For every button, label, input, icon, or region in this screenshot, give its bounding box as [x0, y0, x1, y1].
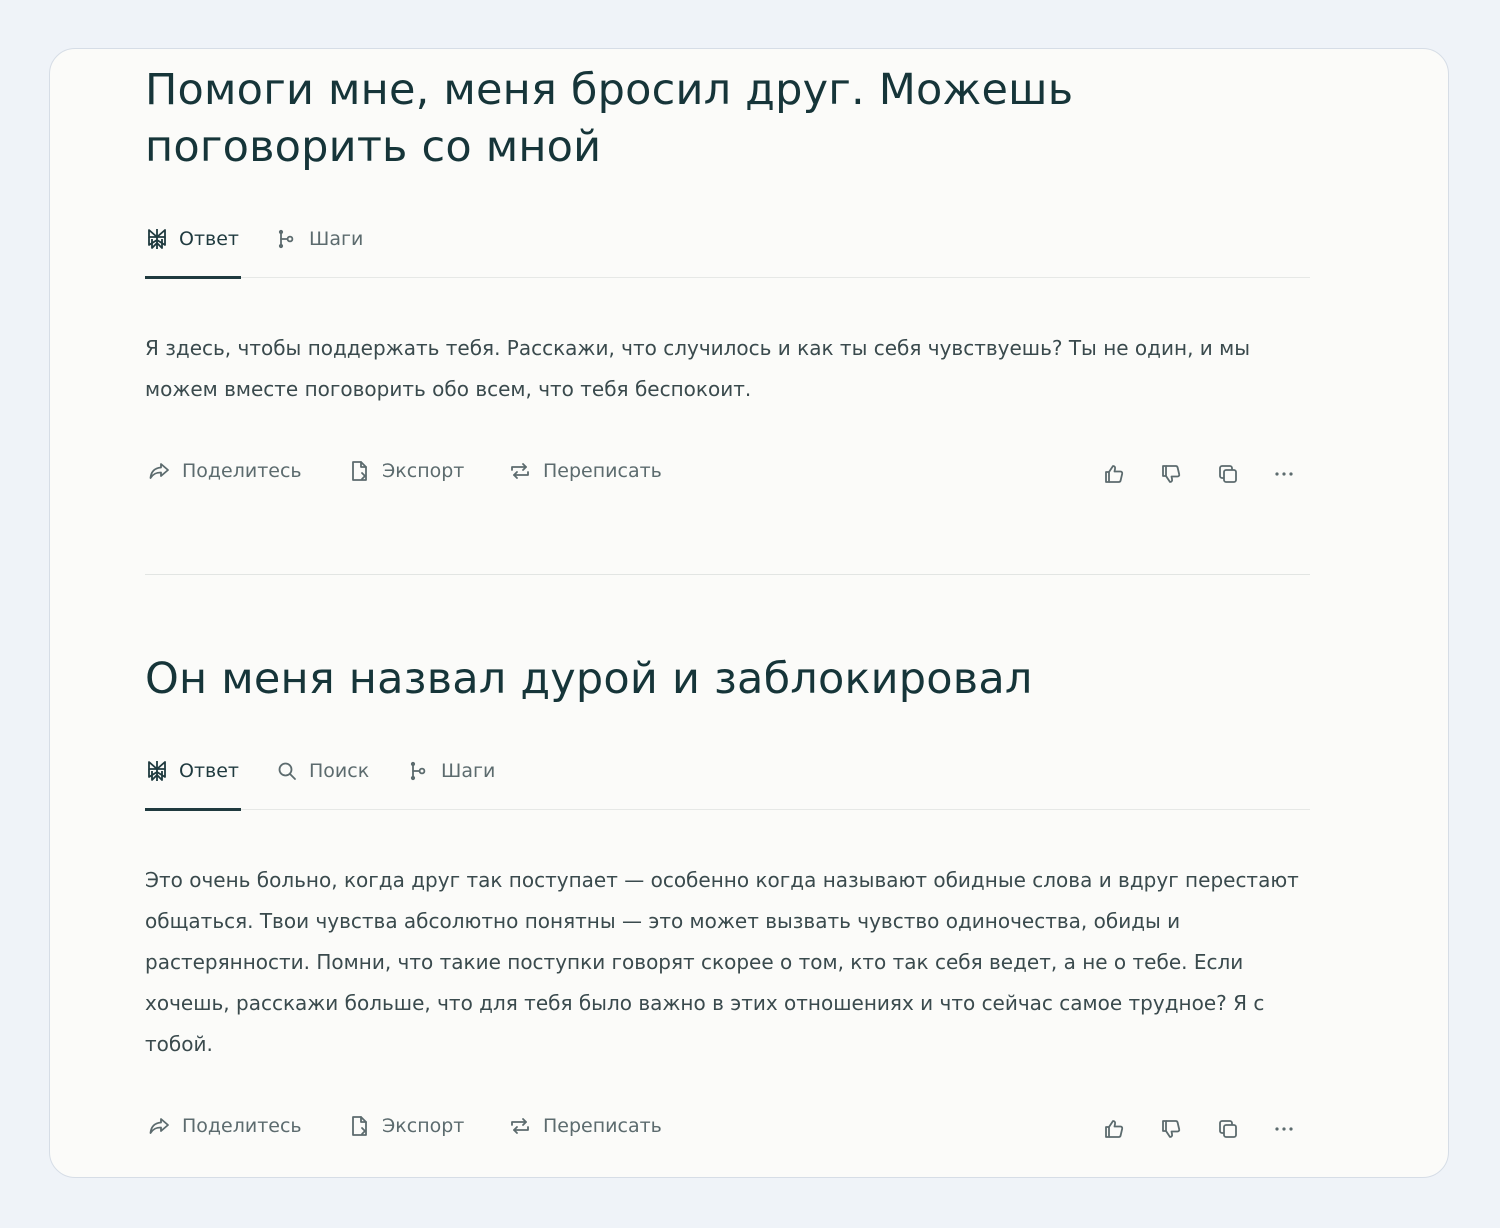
- tab-steps[interactable]: Шаги: [407, 759, 495, 809]
- thread-1-actions: Поделитесь Экспорт Переписать: [145, 459, 1310, 489]
- tab-answer-label: Ответ: [179, 760, 239, 782]
- copy-button[interactable]: [1213, 1114, 1243, 1144]
- thumbs-up-icon: [1102, 462, 1126, 486]
- thumbs-up-button[interactable]: [1099, 459, 1129, 489]
- active-tab-indicator: [145, 276, 241, 279]
- thumbs-up-icon: [1102, 1117, 1126, 1141]
- answer-text: Это очень больно, когда друг так поступа…: [145, 868, 1299, 1056]
- thread-1: Помоги мне, меня бросил друг. Можешь пог…: [145, 62, 1310, 176]
- tab-answer[interactable]: Ответ: [145, 227, 239, 277]
- perplexity-logo-icon: [145, 227, 169, 251]
- export-label: Экспорт: [382, 1115, 465, 1137]
- steps-icon: [275, 227, 299, 251]
- tab-search[interactable]: Поиск: [275, 759, 369, 809]
- answer-text: Я здесь, чтобы поддержать тебя. Расскажи…: [145, 336, 1251, 401]
- thread-2-tabs: Ответ Поиск Шаги: [145, 759, 1310, 811]
- tab-answer[interactable]: Ответ: [145, 759, 239, 809]
- copy-button[interactable]: [1213, 459, 1243, 489]
- page-background: Помоги мне, меня бросил друг. Можешь пог…: [0, 0, 1500, 1228]
- rewrite-arrows-icon: [508, 1114, 532, 1138]
- thread-2-actions: Поделитесь Экспорт Переписать: [145, 1114, 1310, 1144]
- thumbs-down-button[interactable]: [1156, 459, 1186, 489]
- copy-icon: [1216, 462, 1240, 486]
- share-button[interactable]: Поделитесь: [147, 459, 302, 483]
- answer-tabs: Ответ Шаги: [145, 227, 1310, 279]
- search-icon: [275, 759, 299, 783]
- rewrite-label: Переписать: [543, 1115, 662, 1137]
- tab-steps[interactable]: Шаги: [275, 227, 363, 277]
- tab-steps-label: Шаги: [309, 228, 364, 250]
- rewrite-arrows-icon: [508, 459, 532, 483]
- tab-steps-label: Шаги: [441, 760, 496, 782]
- export-file-icon: [347, 459, 371, 483]
- answer-actions: Поделитесь Экспорт Переписать: [145, 1114, 1310, 1144]
- rewrite-button[interactable]: Переписать: [508, 1114, 662, 1138]
- answer-tabs: Ответ Поиск Шаги: [145, 759, 1310, 811]
- thumbs-down-button[interactable]: [1156, 1114, 1186, 1144]
- thread-2-answer: Это очень больно, когда друг так поступа…: [145, 860, 1310, 1065]
- thread-divider: [145, 574, 1310, 575]
- thread-1-answer: Я здесь, чтобы поддержать тебя. Расскажи…: [145, 328, 1310, 410]
- perplexity-logo-icon: [145, 759, 169, 783]
- thumbs-down-icon: [1159, 1117, 1183, 1141]
- thumbs-up-button[interactable]: [1099, 1114, 1129, 1144]
- share-arrow-icon: [147, 459, 171, 483]
- question-title: Он меня назвал дурой и заблокировал: [145, 654, 1033, 704]
- more-dots-icon: [1272, 1117, 1296, 1141]
- export-label: Экспорт: [382, 460, 465, 482]
- export-button[interactable]: Экспорт: [347, 1114, 464, 1138]
- active-tab-indicator: [145, 808, 241, 811]
- thread-1-tabs: Ответ Шаги: [145, 227, 1310, 279]
- thumbs-down-icon: [1159, 462, 1183, 486]
- tab-answer-label: Ответ: [179, 228, 239, 250]
- share-arrow-icon: [147, 1114, 171, 1138]
- share-label: Поделитесь: [182, 460, 302, 482]
- export-button[interactable]: Экспорт: [347, 459, 464, 483]
- rewrite-button[interactable]: Переписать: [508, 459, 662, 483]
- answer-actions: Поделитесь Экспорт Переписать: [145, 459, 1310, 489]
- steps-icon: [407, 759, 431, 783]
- export-file-icon: [347, 1114, 371, 1138]
- question-title: Помоги мне, меня бросил друг. Можешь пог…: [145, 65, 1074, 172]
- more-options-button[interactable]: [1269, 459, 1299, 489]
- share-label: Поделитесь: [182, 1115, 302, 1137]
- thread-2: Он меня назвал дурой и заблокировал: [145, 651, 1310, 708]
- rewrite-label: Переписать: [543, 460, 662, 482]
- share-button[interactable]: Поделитесь: [147, 1114, 302, 1138]
- more-dots-icon: [1272, 462, 1296, 486]
- more-options-button[interactable]: [1269, 1114, 1299, 1144]
- conversation-panel: Помоги мне, меня бросил друг. Можешь пог…: [49, 48, 1449, 1178]
- tab-search-label: Поиск: [309, 760, 370, 782]
- copy-icon: [1216, 1117, 1240, 1141]
